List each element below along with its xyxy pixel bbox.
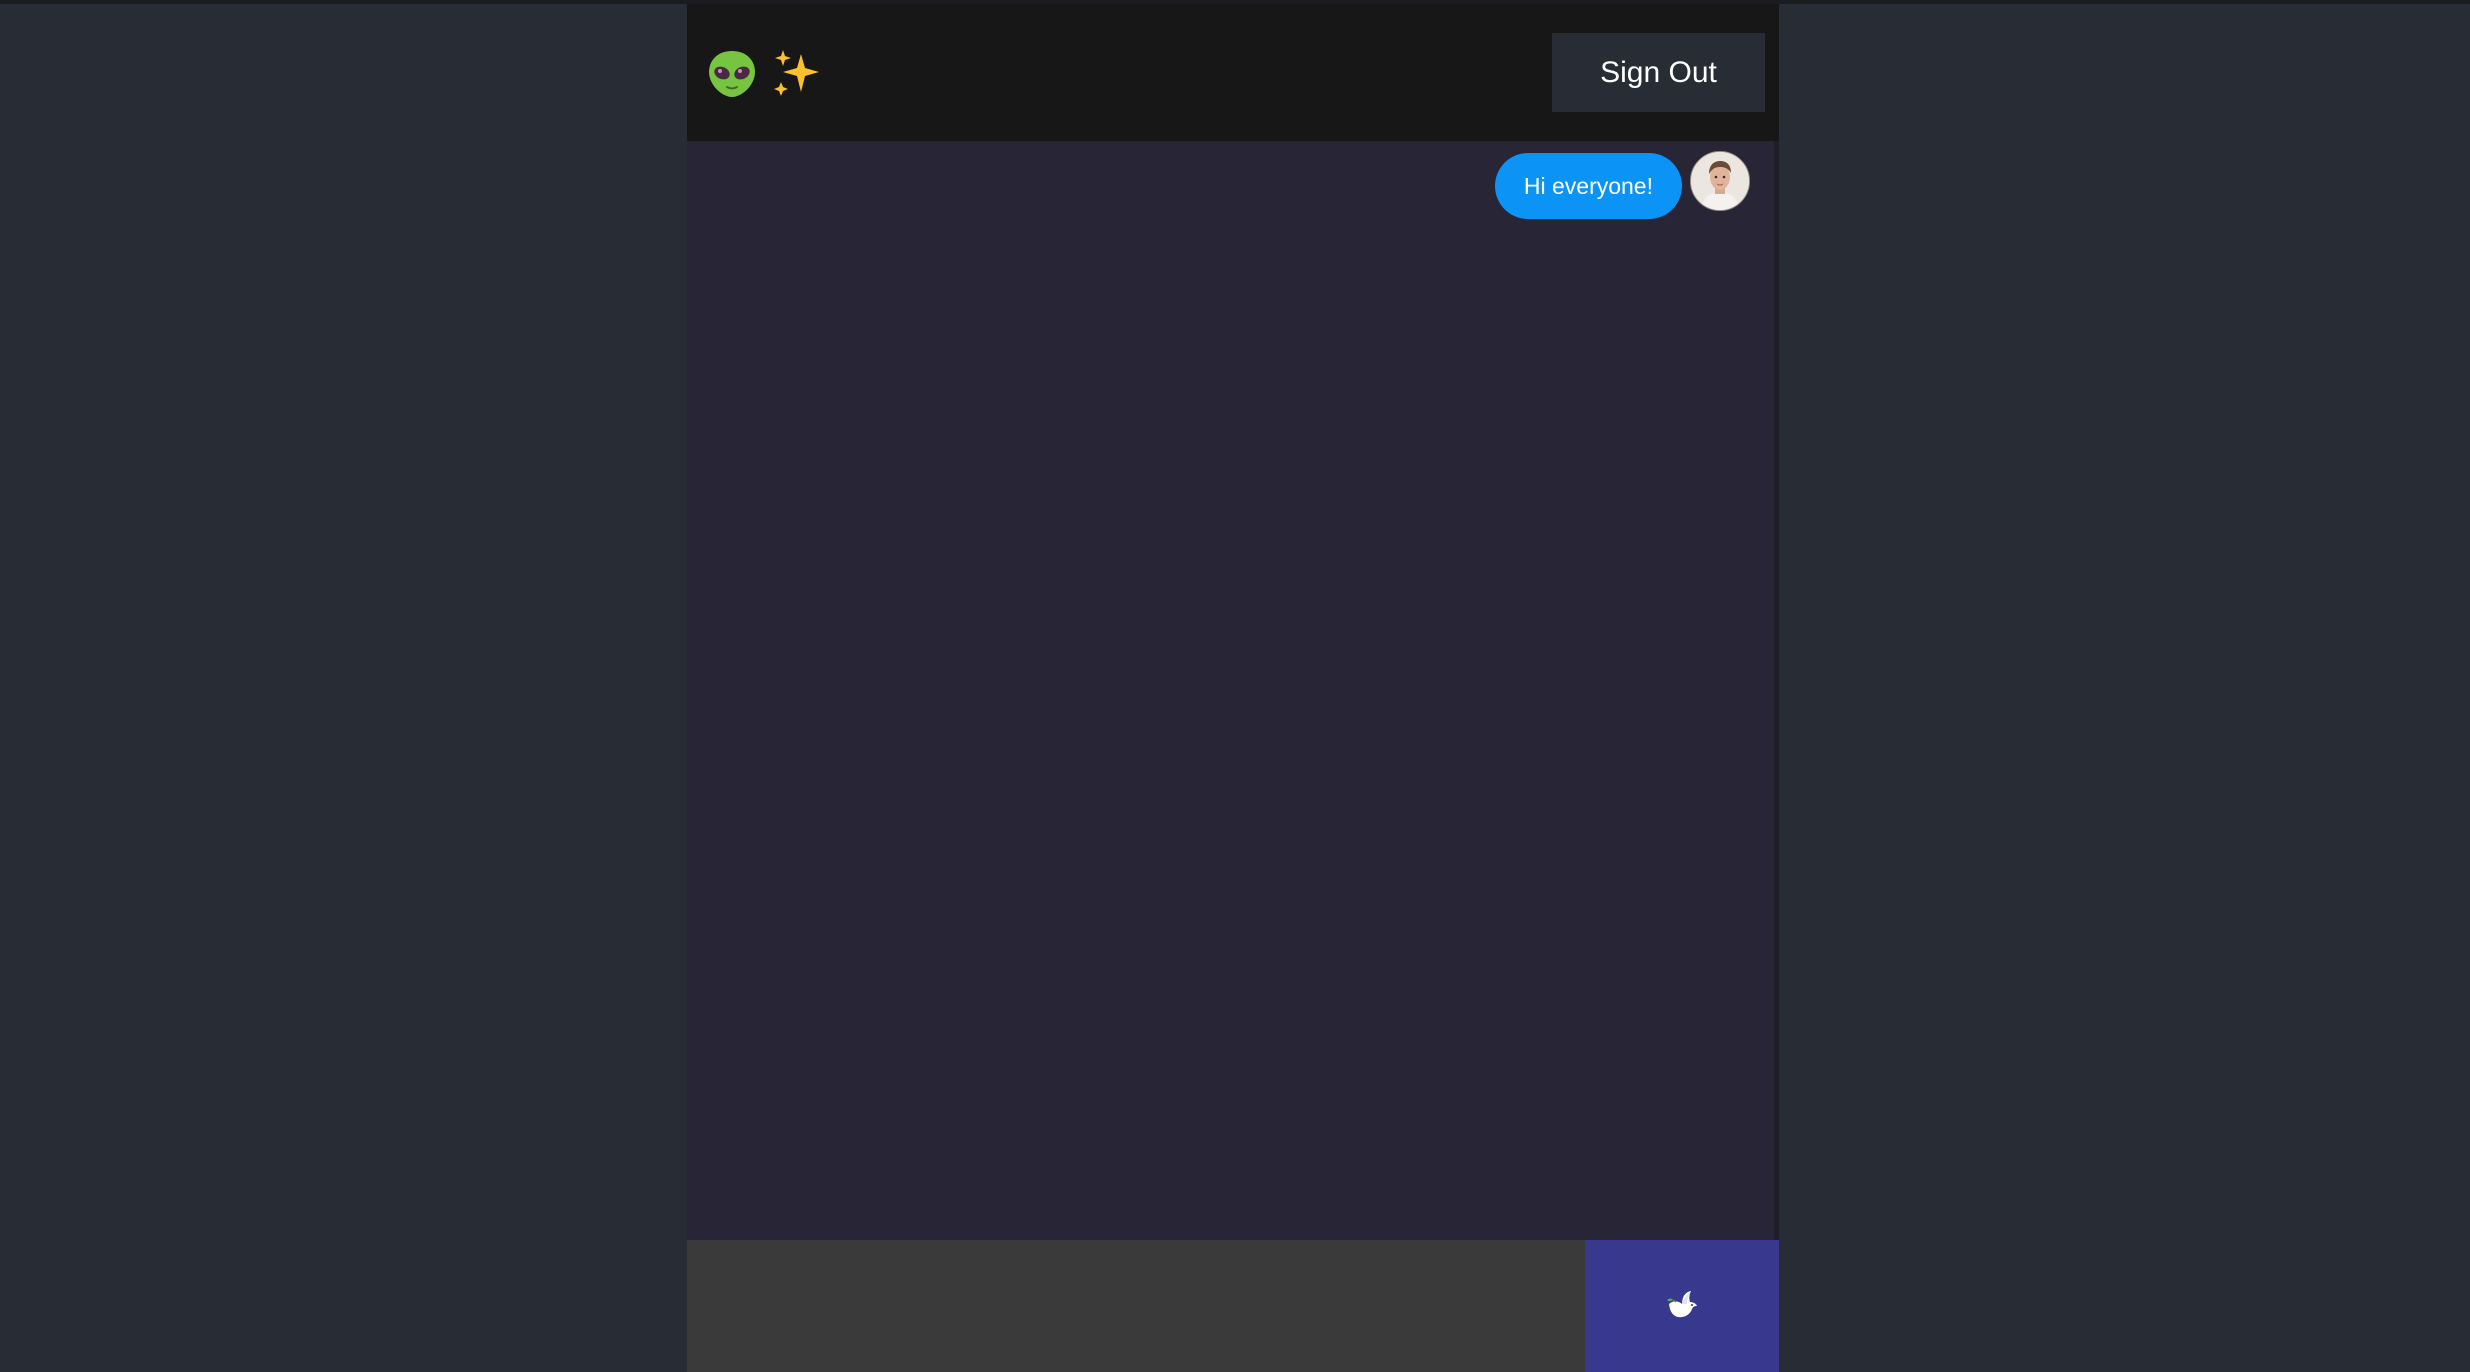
user-avatar	[1690, 151, 1750, 211]
sign-out-button[interactable]: Sign Out	[1552, 33, 1765, 112]
message-list-scroll-edge	[1774, 141, 1779, 1242]
app-header: Sign Out	[687, 4, 1779, 141]
message-input[interactable]	[687, 1240, 1585, 1372]
message-list: Hi everyone!	[687, 141, 1774, 1242]
dove-icon	[1665, 1290, 1699, 1323]
message-form	[687, 1240, 1779, 1372]
message-item: Hi everyone!	[1494, 151, 1750, 219]
send-button[interactable]	[1585, 1240, 1779, 1372]
message-bubble: Hi everyone!	[1494, 153, 1682, 219]
chat-app: Sign Out Hi everyone!	[687, 4, 1779, 1372]
sparkles-icon	[771, 48, 823, 105]
alien-icon	[707, 49, 757, 104]
app-logo	[707, 48, 823, 105]
